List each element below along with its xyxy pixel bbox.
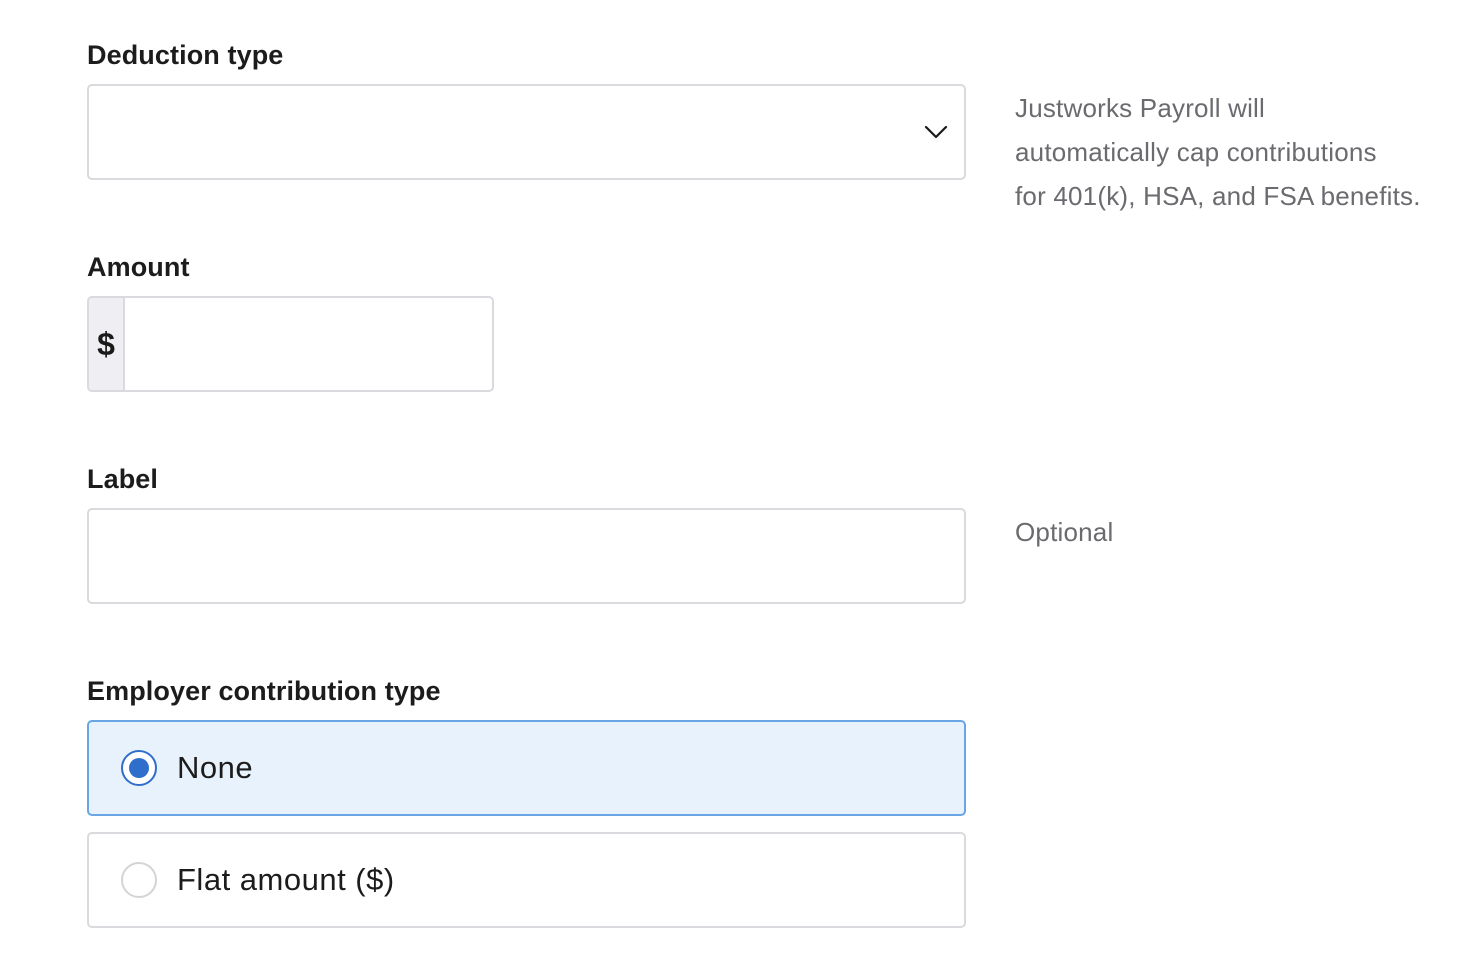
amount-field[interactable]: $ bbox=[87, 296, 494, 392]
radio-button-unchecked[interactable] bbox=[121, 862, 157, 898]
radio-button-checked[interactable] bbox=[121, 750, 157, 786]
radio-dot bbox=[129, 758, 149, 778]
deduction-type-helper: Justworks Payroll will automatically cap… bbox=[1015, 86, 1421, 218]
helper-line: Justworks Payroll will bbox=[1015, 93, 1266, 123]
radio-option-none[interactable]: None bbox=[87, 720, 966, 816]
deduction-type-label: Deduction type bbox=[87, 40, 284, 70]
employer-contribution-label: Employer contribution type bbox=[87, 676, 441, 706]
label-helper-text: Optional bbox=[1015, 517, 1114, 547]
label-input[interactable] bbox=[89, 510, 964, 602]
helper-line: for 401(k), HSA, and FSA benefits. bbox=[1015, 181, 1421, 211]
currency-symbol: $ bbox=[89, 298, 125, 390]
radio-option-label: Flat amount ($) bbox=[177, 862, 395, 897]
helper-line: automatically cap contributions bbox=[1015, 137, 1377, 167]
radio-option-label: None bbox=[177, 750, 254, 785]
amount-input[interactable] bbox=[125, 298, 492, 390]
deduction-type-select[interactable] bbox=[87, 84, 966, 180]
chevron-down-icon bbox=[924, 125, 948, 139]
amount-label: Amount bbox=[87, 252, 190, 282]
radio-option-flat-amount[interactable]: Flat amount ($) bbox=[87, 832, 966, 928]
label-field-label: Label bbox=[87, 464, 159, 494]
label-field[interactable] bbox=[87, 508, 966, 604]
